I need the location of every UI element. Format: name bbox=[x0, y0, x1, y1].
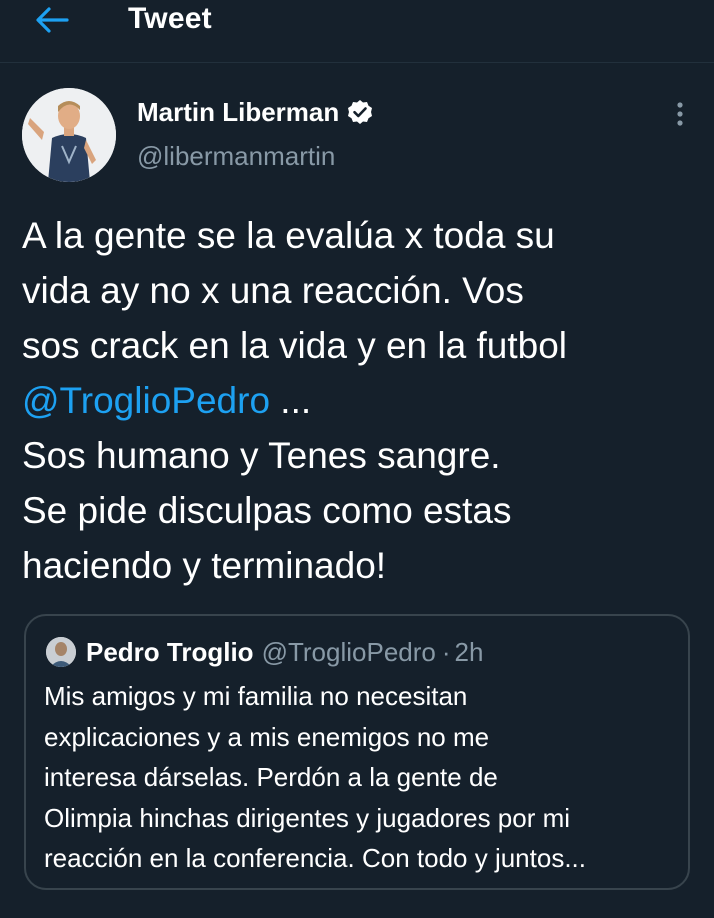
quoted-author-name: Pedro Troglio bbox=[86, 636, 254, 667]
tweet-text: A la gente se la evalúa x toda su vida a… bbox=[22, 208, 702, 593]
quoted-text-line: explicaciones y a mis enemigos no me bbox=[44, 721, 490, 752]
quoted-text-line: Olimpia hinchas dirigentes y jugadores p… bbox=[44, 802, 571, 833]
author-name[interactable]: Martin Liberman bbox=[137, 97, 339, 128]
tweet-text-line: Se pide disculpas como estas bbox=[22, 490, 512, 531]
quoted-separator: · bbox=[441, 636, 451, 667]
back-button[interactable] bbox=[28, 2, 76, 38]
top-bar: Tweet bbox=[0, 0, 714, 62]
quoted-text-line: reacción en la conferencia. Con todo y j… bbox=[44, 843, 586, 873]
tweet-text-line: Sos humano y Tenes sangre. bbox=[22, 435, 501, 476]
tweet-text-line: @TroglioPedro ... bbox=[22, 373, 702, 428]
mention-suffix: ... bbox=[270, 380, 312, 421]
quoted-text-line: Mis amigos y mi familia no necesitan bbox=[44, 681, 468, 711]
verified-badge-icon bbox=[347, 98, 375, 126]
tweet-text-line: sos crack en la vida y en la futbol bbox=[22, 325, 568, 366]
avatar-photo bbox=[22, 88, 116, 182]
quoted-timestamp: 2h bbox=[454, 636, 484, 667]
quoted-author-handle: @TroglioPedro bbox=[261, 636, 436, 667]
quoted-tweet-header: Pedro Troglio @TroglioPedro · 2h bbox=[46, 636, 483, 668]
more-options-button[interactable] bbox=[662, 96, 698, 132]
mention-link[interactable]: @TroglioPedro bbox=[22, 380, 270, 421]
author-name-row: Martin Liberman bbox=[137, 94, 375, 130]
tweet-text-line: A la gente se la evalúa x toda su bbox=[22, 215, 555, 256]
quoted-text-line: interesa dárselas. Perdón a la gente de bbox=[44, 762, 498, 792]
page-title: Tweet bbox=[128, 2, 212, 35]
arrow-left-icon bbox=[36, 7, 69, 33]
more-vertical-icon bbox=[677, 102, 683, 126]
tweet-text-line: haciendo y terminado! bbox=[22, 545, 387, 586]
author-avatar[interactable] bbox=[22, 88, 116, 182]
tweet-text-line: vida ay no x una reacción. Vos bbox=[22, 270, 524, 311]
quoted-author-avatar bbox=[46, 637, 76, 667]
header-divider bbox=[0, 62, 714, 63]
quoted-tweet-text: Mis amigos y mi familia no necesitan exp… bbox=[44, 676, 684, 879]
quoted-tweet-card[interactable]: Pedro Troglio @TroglioPedro · 2h Mis ami… bbox=[24, 614, 690, 890]
author-handle[interactable]: @libermanmartin bbox=[137, 141, 335, 172]
tweet-screen: Tweet Martin Liberman @libermanmartin A … bbox=[0, 0, 714, 918]
